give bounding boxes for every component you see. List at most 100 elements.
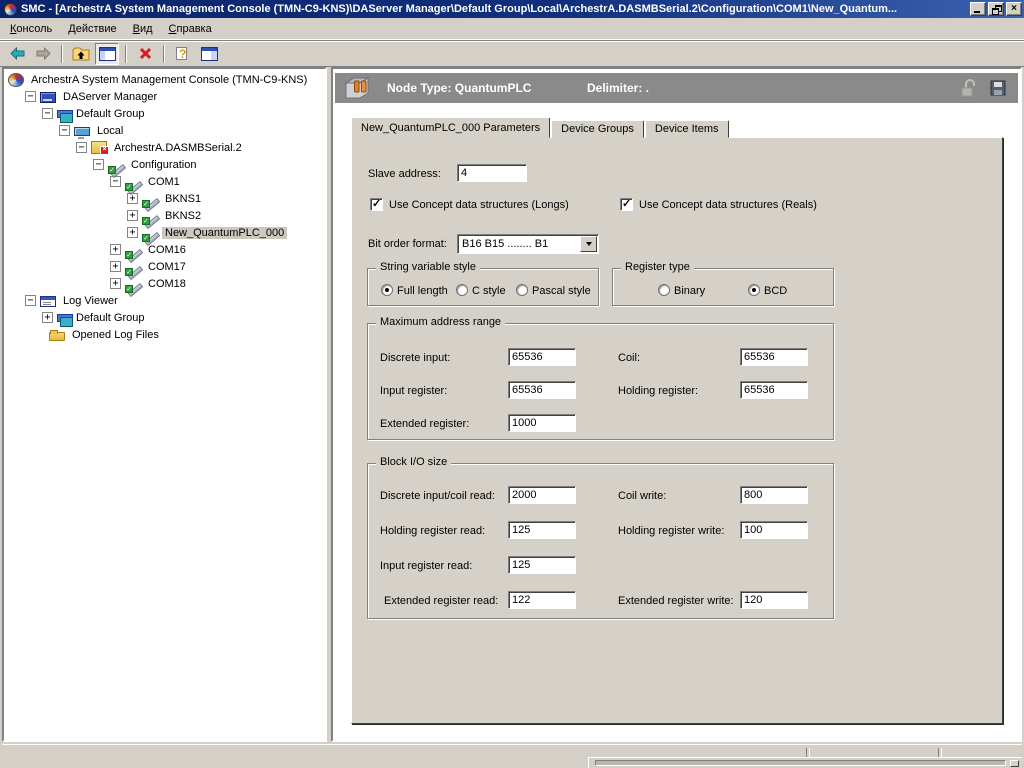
concept-longs-checkbox[interactable] xyxy=(370,198,383,211)
tree-item-label: BKNS1 xyxy=(162,193,204,205)
extended-register-field[interactable] xyxy=(508,414,576,432)
tree-collapse-icon[interactable]: − xyxy=(93,159,104,170)
toolbar-separator xyxy=(163,45,165,63)
tree-collapse-icon[interactable]: − xyxy=(110,176,121,187)
minimize-icon xyxy=(974,11,980,13)
binary-radio[interactable] xyxy=(658,284,670,296)
pascal-style-label[interactable]: Pascal style xyxy=(532,285,591,297)
full-length-radio[interactable] xyxy=(381,284,393,296)
tree-item-opened-log-files[interactable]: Opened Log Files xyxy=(4,326,325,343)
tree-collapse-icon[interactable]: − xyxy=(25,295,36,306)
tree-item-bkns1[interactable]: + BKNS1 xyxy=(4,190,325,207)
tab-device-groups[interactable]: Device Groups xyxy=(551,120,644,138)
console-tree: ArchestrA System Management Console (TMN… xyxy=(2,67,327,742)
tab-device-items[interactable]: Device Items xyxy=(645,120,729,138)
close-button[interactable]: × xyxy=(1006,2,1022,16)
tree-item-label: Default Group xyxy=(73,108,147,120)
concept-reals-checkbox[interactable] xyxy=(620,198,633,211)
tree-expand-icon[interactable]: + xyxy=(127,193,138,204)
c-style-radio[interactable] xyxy=(456,284,468,296)
tree-item-configuration[interactable]: −Configuration xyxy=(4,156,325,173)
holding-register-field[interactable] xyxy=(740,381,808,399)
c-style-label[interactable]: C style xyxy=(472,285,506,297)
show-hide-console-tree-button[interactable] xyxy=(95,43,119,65)
tree-item-log-viewer[interactable]: −Log Viewer xyxy=(4,292,325,309)
tree-item-com1[interactable]: − COM1 xyxy=(4,173,325,190)
menu-view[interactable]: Вид xyxy=(125,20,161,38)
minimize-button[interactable] xyxy=(970,2,986,16)
show-action-pane-button[interactable] xyxy=(197,43,221,65)
tree-item-new-quantumplc-000[interactable]: +New_QuantumPLC_000 xyxy=(4,224,325,241)
delete-button[interactable] xyxy=(133,43,157,65)
coil-write-label: Coil write: xyxy=(618,490,666,502)
tree-collapse-icon[interactable]: − xyxy=(25,91,36,102)
tree-collapse-icon[interactable]: − xyxy=(42,108,53,119)
tree-item-local[interactable]: − Local xyxy=(4,122,325,139)
window-title: SMC - [ArchestrA System Management Conso… xyxy=(21,3,966,15)
tree-expand-icon[interactable]: + xyxy=(110,244,121,255)
coil-write-field[interactable] xyxy=(740,486,808,504)
binary-label[interactable]: Binary xyxy=(674,285,705,297)
config-check-icon xyxy=(125,243,141,258)
desktop: { "window": { "title": "SMC - [ArchestrA… xyxy=(0,0,1024,768)
full-length-label[interactable]: Full length xyxy=(397,285,448,297)
tree-item-com16[interactable]: +COM16 xyxy=(4,241,325,258)
discrete-input-coil-read-label: Discrete input/coil read: xyxy=(380,490,495,502)
holding-register-read-field[interactable] xyxy=(508,521,576,539)
back-button[interactable] xyxy=(5,43,29,65)
background-window-edge xyxy=(588,757,1022,768)
tree-item-com18[interactable]: +COM18 xyxy=(4,275,325,292)
tree-collapse-icon[interactable]: − xyxy=(59,125,70,136)
delimiter-label: Delimiter: . xyxy=(587,73,649,103)
slave-address-field[interactable] xyxy=(457,164,527,182)
concept-longs-label[interactable]: Use Concept data structures (Longs) xyxy=(389,199,569,211)
up-one-level-button[interactable] xyxy=(69,43,93,65)
tree-item-bkns2[interactable]: +BKNS2 xyxy=(4,207,325,224)
bit-order-dropdown-button[interactable] xyxy=(580,236,597,252)
menu-action[interactable]: Действие xyxy=(60,20,124,38)
register-type-group: Register type Binary BCD xyxy=(612,268,834,306)
tab-parameters[interactable]: New_QuantumPLC_000 Parameters xyxy=(351,117,550,138)
tree-item-label: ArchestrA System Management Console (TMN… xyxy=(28,74,310,86)
coil-field[interactable] xyxy=(740,348,808,366)
background-scrollbar-track xyxy=(595,760,1006,766)
tree-item-default-group[interactable]: − Default Group xyxy=(4,105,325,122)
tree-item-archestra-system-management-console-tmn-c9-kns[interactable]: ArchestrA System Management Console (TMN… xyxy=(4,71,325,88)
config-check-icon xyxy=(108,158,124,173)
tree-item-label: Local xyxy=(94,125,126,137)
extended-register-write-field[interactable] xyxy=(740,591,808,609)
tree-item-archestra-dasmbserial-2[interactable]: −ArchestrA.DASMBSerial.2 xyxy=(4,139,325,156)
help-button[interactable]: ? xyxy=(171,43,195,65)
tree-expand-icon[interactable]: + xyxy=(110,278,121,289)
extended-register-read-field[interactable] xyxy=(508,591,576,609)
restore-button[interactable] xyxy=(988,2,1004,16)
holding-register-label: Holding register: xyxy=(618,385,698,397)
tree-expand-icon[interactable]: + xyxy=(127,210,138,221)
tree-expand-icon[interactable]: + xyxy=(127,227,138,238)
bcd-label[interactable]: BCD xyxy=(764,285,787,297)
bcd-radio[interactable] xyxy=(748,284,760,296)
computer-icon xyxy=(74,127,90,136)
pascal-style-radio[interactable] xyxy=(516,284,528,296)
discrete-input-coil-read-field[interactable] xyxy=(508,486,576,504)
toolbar-separator xyxy=(61,45,63,63)
slave-address-label: Slave address: xyxy=(368,168,441,180)
input-register-read-field[interactable] xyxy=(508,556,576,574)
menu-help[interactable]: Справка xyxy=(161,20,220,38)
tree-item-daserver-manager[interactable]: −DAServer Manager xyxy=(4,88,325,105)
tree-expand-icon[interactable]: + xyxy=(110,261,121,272)
bit-order-combobox[interactable]: B16 B15 ........ B1 xyxy=(457,234,599,254)
forward-button[interactable] xyxy=(31,43,55,65)
concept-reals-label[interactable]: Use Concept data structures (Reals) xyxy=(639,199,817,211)
save-button[interactable] xyxy=(990,80,1006,99)
lock-icon[interactable] xyxy=(960,79,976,100)
tree-item-default-group[interactable]: +Default Group xyxy=(4,309,325,326)
tree-item-label: COM1 xyxy=(145,176,183,188)
tree-item-com17[interactable]: +COM17 xyxy=(4,258,325,275)
tree-collapse-icon[interactable]: − xyxy=(76,142,87,153)
discrete-input-field[interactable] xyxy=(508,348,576,366)
holding-register-write-field[interactable] xyxy=(740,521,808,539)
input-register-field[interactable] xyxy=(508,381,576,399)
tree-expand-icon[interactable]: + xyxy=(42,312,53,323)
menu-console[interactable]: Консоль xyxy=(2,20,60,38)
